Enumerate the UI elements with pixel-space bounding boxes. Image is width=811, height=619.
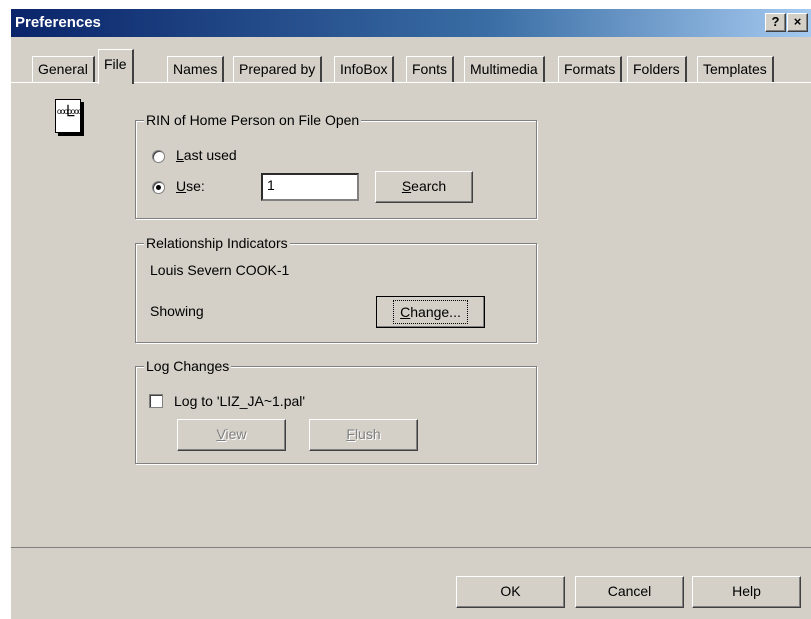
relationship-indicators-group: Relationship Indicators: [135, 235, 537, 343]
window-title: Preferences: [15, 14, 101, 31]
rin-home-person-group: RIN of Home Person on File Open: [135, 112, 537, 219]
log-to-checkbox[interactable]: [149, 394, 163, 408]
close-button[interactable]: ×: [787, 13, 808, 32]
help-footer-button[interactable]: Help: [692, 576, 801, 608]
tab-multimedia[interactable]: Multimedia: [464, 56, 545, 83]
help-button[interactable]: ?: [765, 13, 786, 32]
use-radio[interactable]: [152, 181, 165, 194]
relationship-group-title: Relationship Indicators: [144, 235, 290, 251]
relationship-status: Showing: [150, 303, 204, 319]
use-label[interactable]: Use:: [176, 178, 205, 194]
cancel-button[interactable]: Cancel: [575, 576, 684, 608]
tab-formats[interactable]: Formats: [558, 56, 623, 83]
log-group-title: Log Changes: [144, 358, 232, 374]
rin-use-input[interactable]: 1: [261, 173, 359, 201]
rin-group-title: RIN of Home Person on File Open: [144, 112, 362, 128]
tab-infobox[interactable]: InfoBox: [334, 56, 395, 83]
change-button[interactable]: Change...: [376, 296, 485, 328]
tab-strip: General File Names Prepared by InfoBox F…: [11, 49, 811, 84]
last-used-radio[interactable]: [152, 150, 165, 163]
tab-file[interactable]: File: [98, 49, 134, 84]
title-bar[interactable]: Preferences ? ×: [11, 9, 811, 37]
flush-button[interactable]: Flush: [309, 419, 418, 451]
home-person-name: Louis Severn COOK-1: [150, 262, 290, 278]
ok-button[interactable]: OK: [456, 576, 565, 608]
tab-fonts[interactable]: Fonts: [406, 56, 455, 83]
last-used-label[interactable]: Last used: [176, 147, 237, 163]
tab-folders[interactable]: Folders: [627, 56, 687, 83]
view-button[interactable]: View: [177, 419, 286, 451]
tab-names[interactable]: Names: [167, 56, 225, 83]
search-button[interactable]: Search: [375, 171, 473, 203]
tab-prepared-by[interactable]: Prepared by: [233, 56, 323, 83]
tab-templates[interactable]: Templates: [697, 56, 774, 83]
log-to-label[interactable]: Log to 'LIZ_JA~1.pal': [174, 393, 305, 409]
tab-general[interactable]: General: [32, 56, 95, 83]
family-tree-notebook-icon: ooooooo └: [55, 99, 82, 133]
